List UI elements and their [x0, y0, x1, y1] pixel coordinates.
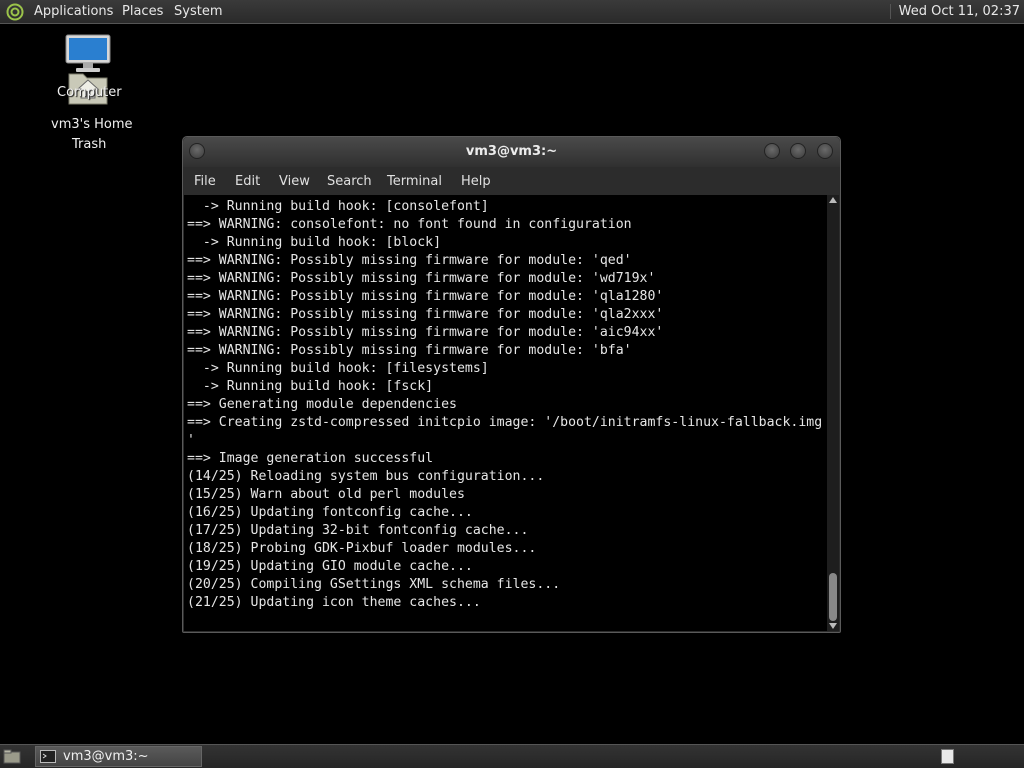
- terminal-line: (16/25) Updating fontconfig cache...: [187, 505, 473, 520]
- menu-view[interactable]: View: [279, 174, 310, 189]
- top-panel: Applications Places System Wed Oct 11, 0…: [0, 0, 1024, 24]
- scroll-down-arrow-icon[interactable]: [829, 623, 837, 629]
- maximize-button[interactable]: [790, 143, 806, 159]
- terminal-output[interactable]: -> Running build hook: [consolefont] ==>…: [184, 195, 827, 631]
- scroll-up-arrow-icon[interactable]: [829, 197, 837, 203]
- menu-bar: File Edit View Search Terminal Help: [183, 167, 840, 195]
- menu-file[interactable]: File: [194, 174, 216, 189]
- bottom-panel: vm3@vm3:~: [0, 744, 1024, 768]
- terminal-line: (21/25) Updating icon theme caches...: [187, 595, 481, 610]
- terminal-window[interactable]: vm3@vm3:~ File Edit View Search Terminal…: [182, 136, 841, 633]
- terminal-line: -> Running build hook: [fsck]: [187, 379, 434, 394]
- terminal-line: (17/25) Updating 32-bit fontconfig cache…: [187, 523, 529, 538]
- terminal-line: -> Running build hook: [block]: [187, 235, 442, 250]
- show-desktop-icon[interactable]: [3, 749, 21, 764]
- terminal-line: -> Running build hook: [consolefont]: [187, 199, 489, 214]
- menu-terminal[interactable]: Terminal: [387, 174, 442, 189]
- terminal-line: ': [187, 433, 195, 448]
- terminal-line: (20/25) Compiling GSettings XML schema f…: [187, 577, 561, 592]
- terminal-line: ==> WARNING: Possibly missing firmware f…: [187, 325, 664, 340]
- terminal-line: ==> Generating module dependencies: [187, 397, 457, 412]
- taskbar-button-terminal[interactable]: vm3@vm3:~: [35, 746, 202, 767]
- terminal-line: -> Running build hook: [filesystems]: [187, 361, 489, 376]
- scrollbar-thumb[interactable]: [829, 573, 837, 621]
- distro-logo-icon[interactable]: [6, 3, 24, 21]
- menu-search[interactable]: Search: [327, 174, 372, 189]
- menu-edit[interactable]: Edit: [235, 174, 260, 189]
- terminal-line: ==> WARNING: Possibly missing firmware f…: [187, 343, 632, 358]
- terminal-line: (19/25) Updating GIO module cache...: [187, 559, 473, 574]
- desktop-label-home[interactable]: vm3's Home: [51, 116, 133, 134]
- terminal-line: ==> Image generation successful: [187, 451, 434, 466]
- vertical-scrollbar[interactable]: [827, 195, 839, 631]
- terminal-icon: [40, 750, 56, 763]
- terminal-line: ==> WARNING: Possibly missing firmware f…: [187, 253, 632, 268]
- system-menu[interactable]: System: [174, 4, 222, 19]
- workspace-switcher[interactable]: [941, 749, 954, 764]
- terminal-text: -> Running build hook: [consolefont] ==>…: [184, 195, 827, 612]
- terminal-line: ==> WARNING: consolefont: no font found …: [187, 217, 632, 232]
- applications-menu[interactable]: Applications: [34, 4, 113, 19]
- menu-help[interactable]: Help: [461, 174, 491, 189]
- terminal-line: (18/25) Probing GDK-Pixbuf loader module…: [187, 541, 537, 556]
- close-button[interactable]: [817, 143, 833, 159]
- clock[interactable]: Wed Oct 11, 02:37: [889, 4, 1020, 19]
- title-bar[interactable]: vm3@vm3:~: [183, 137, 840, 167]
- places-menu[interactable]: Places: [122, 4, 163, 19]
- desktop-label-computer[interactable]: Computer: [57, 84, 122, 102]
- terminal-line: ==> WARNING: Possibly missing firmware f…: [187, 271, 656, 286]
- minimize-button[interactable]: [764, 143, 780, 159]
- desktop-label-trash[interactable]: Trash: [72, 136, 106, 154]
- terminal-line: ==> WARNING: Possibly missing firmware f…: [187, 289, 664, 304]
- terminal-line: ==> Creating zstd-compressed initcpio im…: [187, 415, 823, 430]
- window-title: vm3@vm3:~: [465, 144, 558, 159]
- terminal-line: (14/25) Reloading system bus configurati…: [187, 469, 545, 484]
- terminal-line: (15/25) Warn about old perl modules: [187, 487, 465, 502]
- taskbar-button-label: vm3@vm3:~: [63, 749, 149, 764]
- terminal-line: ==> WARNING: Possibly missing firmware f…: [187, 307, 664, 322]
